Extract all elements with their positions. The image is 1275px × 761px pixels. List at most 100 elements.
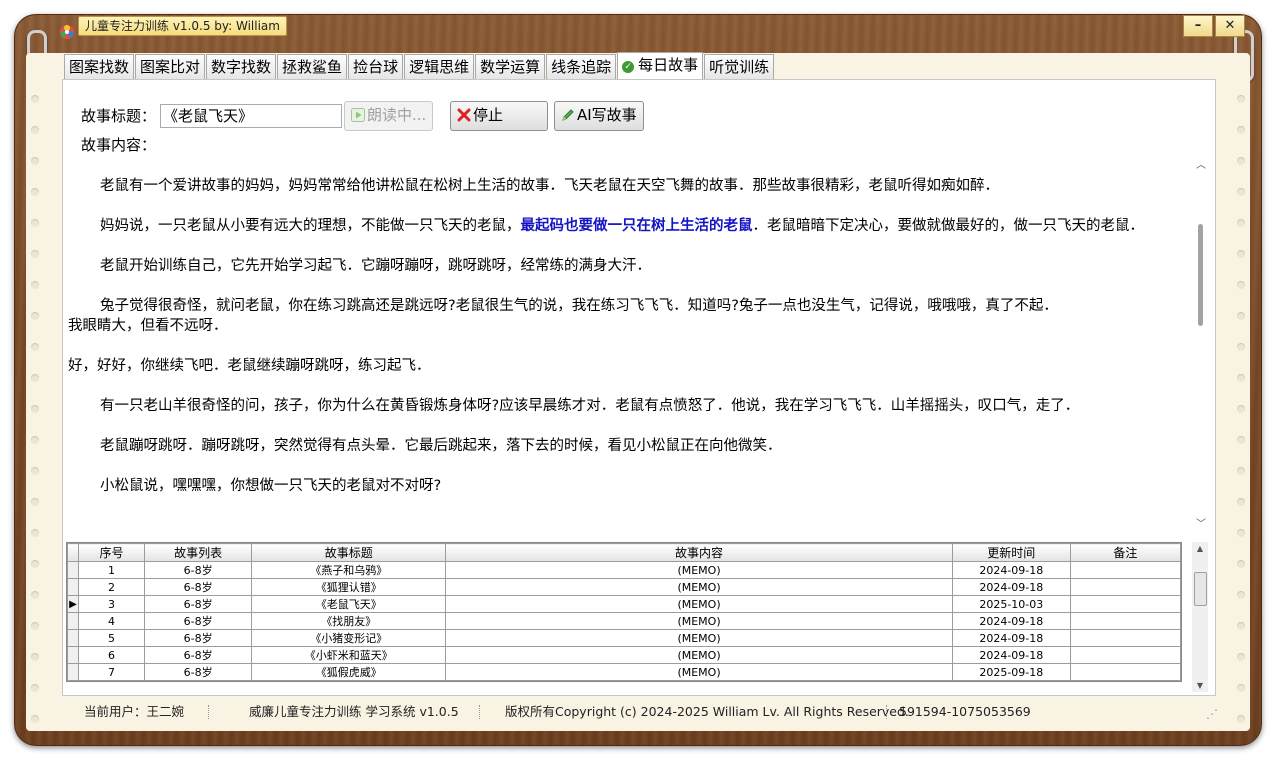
paper-hole — [31, 715, 39, 723]
table-scroll-thumb[interactable] — [1194, 572, 1207, 606]
table-cell: 2024-09-18 — [951, 612, 1071, 630]
close-button[interactable]: ✕ — [1215, 15, 1245, 37]
paper-hole — [31, 312, 39, 320]
table-row[interactable]: 7 6-8岁 《狐假虎威》 (MEMO) 2025-09-18 — [67, 663, 1181, 681]
story-title-input[interactable]: 《老鼠飞天》 — [160, 104, 342, 128]
tab-pattern-find-number[interactable]: 图案找数 — [64, 54, 135, 79]
tab-pick-billiards[interactable]: 捡台球 — [348, 54, 404, 79]
scroll-down-icon[interactable]: ▼ — [1192, 681, 1208, 690]
paper-hole — [31, 95, 39, 103]
resize-grip-icon[interactable]: ⋰ — [1206, 703, 1218, 725]
column-header[interactable]: 序号 — [77, 543, 146, 562]
minimize-button[interactable]: – — [1183, 15, 1213, 37]
table-cell — [1069, 578, 1181, 596]
scroll-up-icon[interactable]: ▲ — [1192, 544, 1208, 553]
ai-write-story-label: AI写故事 — [577, 106, 637, 124]
story-text: 妈妈说，一只老鼠从小要有远大的理想，不能做一只飞天的老鼠， — [100, 218, 521, 234]
table-cell: 6 — [77, 646, 146, 664]
table-cell: 4 — [77, 612, 146, 630]
paper-hole — [31, 219, 39, 227]
table-header-row: 序号 故事列表 故事标题 故事内容 更新时间 备注 — [67, 543, 1181, 562]
tab-save-shark[interactable]: 拯救鲨鱼 — [277, 54, 348, 79]
table-cell — [1069, 629, 1181, 647]
pencil-icon — [561, 104, 575, 121]
table-cell: 2024-09-18 — [951, 629, 1071, 647]
tab-listening[interactable]: 听觉训练 — [704, 54, 775, 79]
paper-hole — [1237, 684, 1245, 692]
table-cell: 6-8岁 — [144, 646, 253, 664]
table-row[interactable]: 1 6-8岁 《燕子和乌鸦》 (MEMO) 2024-09-18 — [67, 561, 1181, 579]
story-scrollbar[interactable]: ︿ ﹀ — [1194, 156, 1208, 532]
paper-hole — [1237, 157, 1245, 165]
story-content-label: 故事内容： — [81, 136, 157, 154]
paper-hole — [1237, 467, 1245, 475]
paper-hole — [1237, 622, 1245, 630]
paper-hole — [31, 250, 39, 258]
paper-hole — [1237, 715, 1245, 723]
table-cell: (MEMO) — [445, 629, 953, 647]
paper-hole — [1237, 529, 1245, 537]
story-paragraph: 我眼睛大，但看不远呀． — [68, 318, 228, 334]
table-row[interactable]: 2 6-8岁 《狐狸认错》 (MEMO) 2024-09-18 — [67, 578, 1181, 596]
row-indicator — [67, 612, 79, 630]
table-cell: 2024-09-18 — [951, 646, 1071, 664]
paper-hole — [31, 529, 39, 537]
column-header[interactable]: 故事内容 — [445, 543, 953, 562]
table-cell: 5 — [77, 629, 146, 647]
table-cell — [1069, 561, 1181, 579]
table-cell — [1069, 646, 1181, 664]
row-indicator — [67, 629, 79, 647]
story-scroll-thumb[interactable] — [1198, 224, 1203, 326]
table-cell — [1069, 663, 1181, 681]
table-row[interactable]: 5 6-8岁 《小猪变形记》 (MEMO) 2024-09-18 — [67, 629, 1181, 647]
paper-hole — [31, 436, 39, 444]
tab-pattern-compare[interactable]: 图案比对 — [135, 54, 206, 79]
app-logo-icon — [60, 25, 74, 39]
table-cell: 2024-09-18 — [951, 561, 1071, 579]
story-paragraph: 妈妈说，一只老鼠从小要有远大的理想，不能做一只飞天的老鼠，最起码也要做一只在树上… — [66, 216, 1194, 236]
tab-daily-story[interactable]: ✓ 每日故事 — [617, 52, 704, 79]
paper-hole — [1237, 343, 1245, 351]
tab-logic-thinking[interactable]: 逻辑思维 — [404, 54, 475, 79]
column-header[interactable]: 更新时间 — [951, 543, 1071, 562]
table-cell: 2 — [77, 578, 146, 596]
table-row-selected[interactable]: ▶ 3 6-8岁 《老鼠飞天》 (MEMO) 2025-10-03 — [67, 595, 1181, 613]
status-system-name: 威廉儿童专注力训练 学习系统 v1.0.5 — [249, 704, 459, 719]
paper-hole — [31, 374, 39, 382]
table-cell: (MEMO) — [445, 612, 953, 630]
read-aloud-button[interactable]: 朗读中... — [344, 101, 434, 131]
tab-math[interactable]: 数学运算 — [475, 54, 546, 79]
check-icon: ✓ — [622, 61, 635, 73]
tab-number-find[interactable]: 数字找数 — [206, 54, 277, 79]
story-paragraph: 兔子觉得很奇怪，就问老鼠，你在练习跳高还是跳远呀?老鼠很生气的说，我在练习飞飞飞… — [100, 298, 1058, 314]
status-separator — [479, 705, 481, 719]
scroll-down-icon[interactable]: ﹀ — [1194, 515, 1208, 530]
column-header[interactable]: 故事标题 — [251, 543, 447, 562]
story-content[interactable]: 老鼠有一个爱讲故事的妈妈，妈妈常常给他讲松鼠在松树上生活的故事．飞天老鼠在天空飞… — [66, 156, 1194, 532]
table-cell: 2025-09-18 — [951, 663, 1071, 681]
column-header[interactable]: 故事列表 — [144, 543, 253, 562]
table-cell: (MEMO) — [445, 595, 953, 613]
table-cell: 《燕子和乌鸦》 — [251, 561, 447, 579]
paper-hole — [1237, 560, 1245, 568]
table-cell: (MEMO) — [445, 663, 953, 681]
stop-button[interactable]: 停止 — [450, 101, 548, 131]
table-cell: (MEMO) — [445, 646, 953, 664]
table-scrollbar[interactable]: ▲ ▼ — [1192, 542, 1208, 692]
paper-hole — [1237, 95, 1245, 103]
table-cell: 《老鼠飞天》 — [251, 595, 447, 613]
table-cell: 《小虾米和蓝天》 — [251, 646, 447, 664]
paper-hole — [1237, 219, 1245, 227]
table-row[interactable]: 6 6-8岁 《小虾米和蓝天》 (MEMO) 2024-09-18 — [67, 646, 1181, 664]
story-paragraph: 好，好好，你继续飞吧．老鼠继续蹦呀跳呀，练习起飞． — [68, 358, 431, 374]
column-header[interactable]: 备注 — [1069, 543, 1181, 562]
paper-hole — [31, 684, 39, 692]
table-row[interactable]: 4 6-8岁 《找朋友》 (MEMO) 2024-09-18 — [67, 612, 1181, 630]
status-contact: 591594-1075053569 — [899, 704, 1031, 719]
scroll-up-icon[interactable]: ︿ — [1194, 156, 1208, 171]
ai-write-story-button[interactable]: AI写故事 — [554, 101, 644, 131]
table-cell: (MEMO) — [445, 578, 953, 596]
story-paragraph: 老鼠蹦呀跳呀．蹦呀跳呀，突然觉得有点头晕．它最后跳起来，落下去的时候，看见小松鼠… — [100, 438, 782, 454]
story-title-label: 故事标题： — [81, 107, 157, 125]
tab-line-tracking[interactable]: 线条追踪 — [546, 54, 617, 79]
